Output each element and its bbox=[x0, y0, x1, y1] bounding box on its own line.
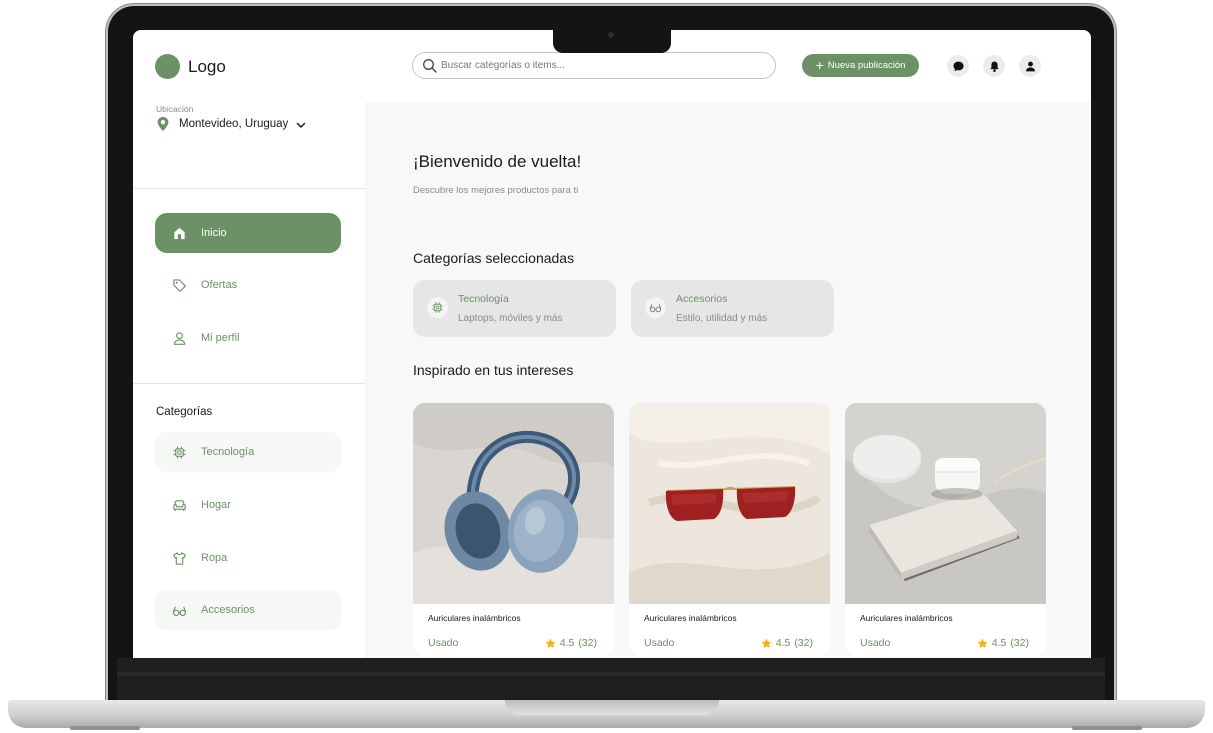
camera-icon bbox=[608, 32, 614, 38]
screen: Logo + Nueva publicación bbox=[133, 30, 1091, 658]
shirt-icon bbox=[173, 551, 186, 565]
categories-heading: Categorías bbox=[156, 406, 213, 418]
logo-text: Logo bbox=[188, 57, 226, 76]
sidebar-item-label: Ofertas bbox=[201, 279, 238, 291]
new-post-label: Nueva publicación bbox=[827, 60, 906, 71]
location-value[interactable]: Montevideo, Uruguay bbox=[179, 118, 288, 130]
sidebar-category-accesorios[interactable]: Accesorios bbox=[155, 590, 341, 630]
product-review-count: (32) bbox=[794, 637, 813, 649]
sidebar-item-label: Inicio bbox=[201, 227, 227, 239]
product-rating-value: 4.5 bbox=[559, 637, 575, 649]
star-icon bbox=[545, 638, 556, 648]
product-rating: 4.5 (32) bbox=[977, 637, 1029, 649]
headphones-image bbox=[413, 403, 614, 604]
page-subtitle: Descubre los mejores productos para ti bbox=[413, 185, 579, 196]
laptop-foot-left bbox=[70, 726, 140, 730]
product-name: Auriculares inalámbricos bbox=[428, 613, 521, 623]
tag-icon bbox=[173, 278, 186, 292]
category-card-accesorios[interactable]: Accesorios Estilo, utilidad y más bbox=[631, 280, 834, 337]
sidebar-item-ofertas[interactable]: Ofertas bbox=[155, 265, 341, 305]
product-image[interactable] bbox=[845, 403, 1046, 604]
account-button[interactable] bbox=[1019, 55, 1041, 77]
plus-icon: + bbox=[815, 56, 824, 73]
category-icon-wrap bbox=[427, 297, 448, 318]
notifications-button[interactable] bbox=[983, 55, 1005, 77]
sidebar-category-tecnologia[interactable]: Tecnología bbox=[155, 432, 341, 472]
sidebar-category-hogar[interactable]: Hogar bbox=[155, 485, 341, 525]
chevron-down-icon[interactable] bbox=[296, 122, 306, 129]
chat-button[interactable] bbox=[947, 55, 969, 77]
sidebar-item-label: Ropa bbox=[201, 552, 228, 564]
star-icon bbox=[977, 638, 988, 648]
main-content: ¡Bienvenido de vuelta! Descubre los mejo… bbox=[365, 102, 1091, 658]
search-bar[interactable] bbox=[412, 52, 776, 79]
new-post-button[interactable]: + Nueva publicación bbox=[802, 54, 919, 77]
search-input[interactable] bbox=[441, 55, 761, 76]
home-icon bbox=[174, 227, 185, 239]
product-card[interactable]: Auriculares inalámbricos Usado 4.5 (32) bbox=[629, 403, 830, 656]
category-card-subtitle: Estilo, utilidad y más bbox=[676, 313, 768, 324]
laptop-bottom-bezel bbox=[117, 658, 1105, 702]
category-card-tecnologia[interactable]: Tecnología Laptops, móviles y más bbox=[413, 280, 616, 337]
chip-icon bbox=[432, 302, 443, 313]
product-card[interactable]: Auriculares inalámbricos Usado 4.5 (32) bbox=[845, 403, 1046, 656]
product-name: Auriculares inalámbricos bbox=[644, 613, 737, 623]
sidebar-item-mi-perfil[interactable]: Mi perfil bbox=[155, 318, 341, 358]
sidebar-category-ropa[interactable]: Ropa bbox=[155, 538, 341, 578]
product-image[interactable] bbox=[413, 403, 614, 604]
sidebar-divider bbox=[133, 188, 365, 189]
sidebar-item-label: Tecnología bbox=[201, 446, 255, 458]
sunglasses-image bbox=[629, 403, 830, 604]
glasses-icon bbox=[172, 606, 187, 616]
earbuds-image bbox=[845, 403, 1046, 604]
location-label: Ubicación bbox=[156, 104, 194, 114]
category-card-subtitle: Laptops, móviles y más bbox=[458, 313, 563, 324]
product-card[interactable]: Auriculares inalámbricos Usado 4.5 (32) bbox=[413, 403, 614, 656]
bell-icon bbox=[989, 60, 999, 72]
product-rating-value: 4.5 bbox=[991, 637, 1007, 649]
logo-mark bbox=[155, 54, 180, 79]
sidebar-item-label: Accesorios bbox=[201, 604, 255, 616]
sidebar: Ubicación Montevideo, Uruguay Inicio Ofe… bbox=[133, 102, 365, 658]
product-rating: 4.5 (32) bbox=[761, 637, 813, 649]
laptop-base-notch bbox=[505, 700, 719, 715]
sidebar-divider bbox=[133, 383, 365, 384]
page-title: ¡Bienvenido de vuelta! bbox=[413, 152, 582, 171]
sidebar-item-inicio[interactable]: Inicio bbox=[155, 213, 341, 253]
glasses-icon bbox=[649, 304, 662, 313]
chip-icon bbox=[173, 445, 186, 459]
category-card-title: Tecnología bbox=[458, 293, 509, 305]
user-icon bbox=[1025, 61, 1035, 71]
product-condition: Usado bbox=[644, 637, 675, 649]
interests-title: Inspirado en tus intereses bbox=[413, 362, 574, 378]
user-icon bbox=[173, 331, 186, 345]
star-icon bbox=[761, 638, 772, 648]
product-image[interactable] bbox=[629, 403, 830, 604]
product-review-count: (32) bbox=[1010, 637, 1029, 649]
sidebar-item-label: Mi perfil bbox=[201, 332, 240, 344]
location-pin-icon bbox=[157, 117, 169, 131]
sofa-icon bbox=[173, 499, 186, 511]
sidebar-item-label: Hogar bbox=[201, 499, 231, 511]
product-review-count: (32) bbox=[578, 637, 597, 649]
product-name: Auriculares inalámbricos bbox=[860, 613, 953, 623]
product-rating: 4.5 (32) bbox=[545, 637, 597, 649]
product-condition: Usado bbox=[428, 637, 459, 649]
laptop-bezel-strip bbox=[117, 672, 1105, 676]
category-card-title: Accesorios bbox=[676, 293, 728, 305]
camera-notch bbox=[553, 30, 671, 53]
laptop-foot-right bbox=[1072, 726, 1142, 730]
product-condition: Usado bbox=[860, 637, 891, 649]
search-icon bbox=[423, 59, 437, 73]
selected-categories-title: Categorías seleccionadas bbox=[413, 250, 575, 266]
chat-icon bbox=[952, 61, 964, 71]
product-rating-value: 4.5 bbox=[775, 637, 791, 649]
category-icon-wrap bbox=[645, 297, 666, 318]
